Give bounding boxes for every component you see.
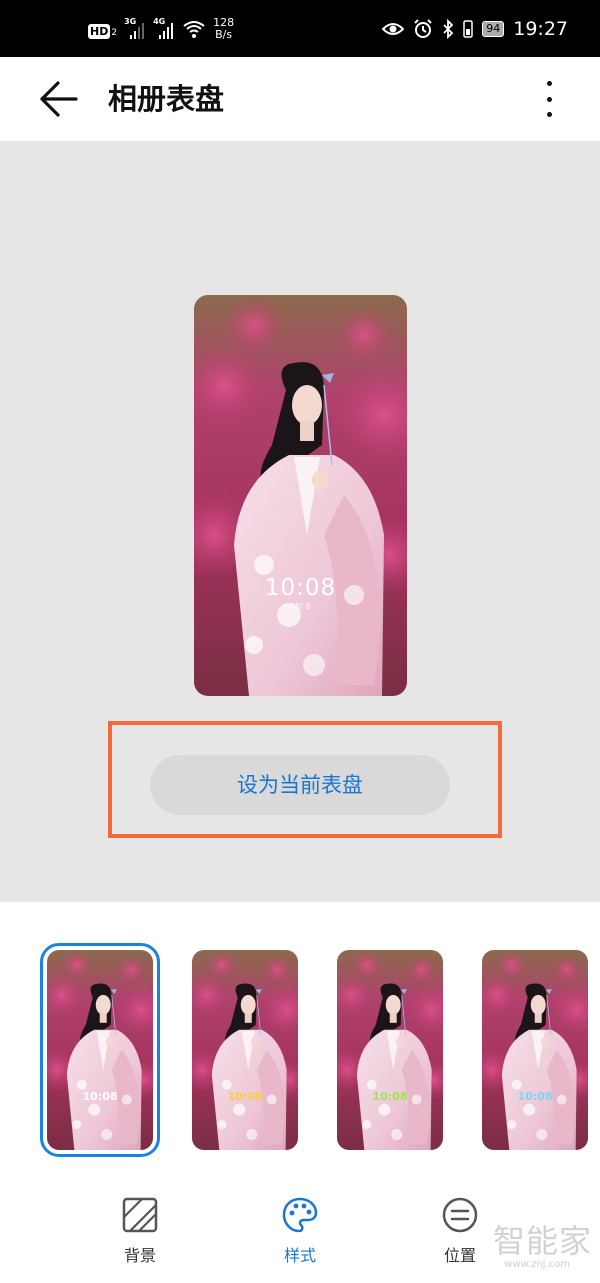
thumbnail-photo <box>482 950 588 1150</box>
app-header: 相册表盘 <box>0 57 600 141</box>
style-thumbnail-3[interactable]: 10:08 <box>337 950 443 1150</box>
battery-level: 94 <box>486 22 501 35</box>
signal-3g-icon: 3G <box>124 17 146 39</box>
thumbnail-photo <box>192 950 298 1150</box>
watermark-logo: 智能家 <box>492 1222 592 1260</box>
tab-style-label: 样式 <box>283 1246 316 1265</box>
thumbnail-photo <box>337 950 443 1150</box>
preview-photo <box>194 295 407 696</box>
style-thumbnail-4[interactable]: 10:08 <box>482 950 588 1150</box>
bluetooth-icon <box>443 19 454 39</box>
more-dot <box>546 96 552 102</box>
set-as-current-watchface-button[interactable]: 设为当前表盘 <box>150 755 450 815</box>
watch-face-preview: 10:08 FRI 8 <box>194 295 407 696</box>
more-vertical-icon <box>546 81 552 86</box>
thumbnail-clock: 10:08 <box>227 1090 263 1103</box>
back-button[interactable] <box>38 79 82 119</box>
hd-sub-label: 2 <box>111 27 118 38</box>
more-button[interactable] <box>534 77 564 121</box>
tab-position-label: 位置 <box>443 1246 476 1265</box>
status-bar: HD 2 3G 4G 128 B/s 94 19:27 <box>0 0 600 57</box>
status-time: 19:27 <box>513 18 568 40</box>
alarm-icon <box>414 19 432 38</box>
arrow-left-icon <box>40 81 78 117</box>
palette-icon <box>282 1197 318 1233</box>
wifi-icon <box>183 21 205 38</box>
hd-indicator: HD 2 <box>88 20 117 39</box>
more-dot <box>546 112 552 117</box>
tab-background-label: 背景 <box>123 1246 156 1265</box>
tab-position[interactable]: 位置 <box>415 1196 505 1266</box>
preview-clock: 10:08 <box>264 575 337 601</box>
thumbnail-photo <box>47 950 153 1150</box>
watermark-url: www.znj.com <box>504 1259 570 1270</box>
net-speed: 128 B/s <box>213 17 234 41</box>
thumbnail-clock: 10:08 <box>517 1090 553 1103</box>
signal-4g-icon: 4G <box>153 17 175 39</box>
thumbnail-clock: 10:08 <box>82 1090 118 1103</box>
tab-background[interactable]: 背景 <box>95 1196 185 1266</box>
charging-icon <box>463 20 473 38</box>
style-thumbnail-2[interactable]: 10:08 <box>192 950 298 1150</box>
hd-label: HD <box>88 23 111 39</box>
preview-area: 10:08 FRI 8 设为当前表盘 <box>0 141 600 902</box>
tab-style[interactable]: 样式 <box>255 1196 345 1266</box>
thumbnail-clock: 10:08 <box>372 1090 408 1103</box>
net-speed-unit: B/s <box>215 28 233 41</box>
status-right: 94 19:27 <box>382 12 568 46</box>
position-icon <box>442 1197 478 1233</box>
page-title: 相册表盘 <box>108 82 225 116</box>
style-thumbnail-list: 10:08 10:08 10:08 10:08 <box>0 902 600 1182</box>
style-thumbnail-1[interactable]: 10:08 <box>40 943 160 1157</box>
eye-icon <box>382 23 405 35</box>
background-icon <box>122 1197 158 1233</box>
status-left: HD 2 3G 4G 128 B/s <box>88 12 234 46</box>
battery-icon: 94 <box>482 21 505 37</box>
preview-date: FRI 8 <box>290 602 311 611</box>
